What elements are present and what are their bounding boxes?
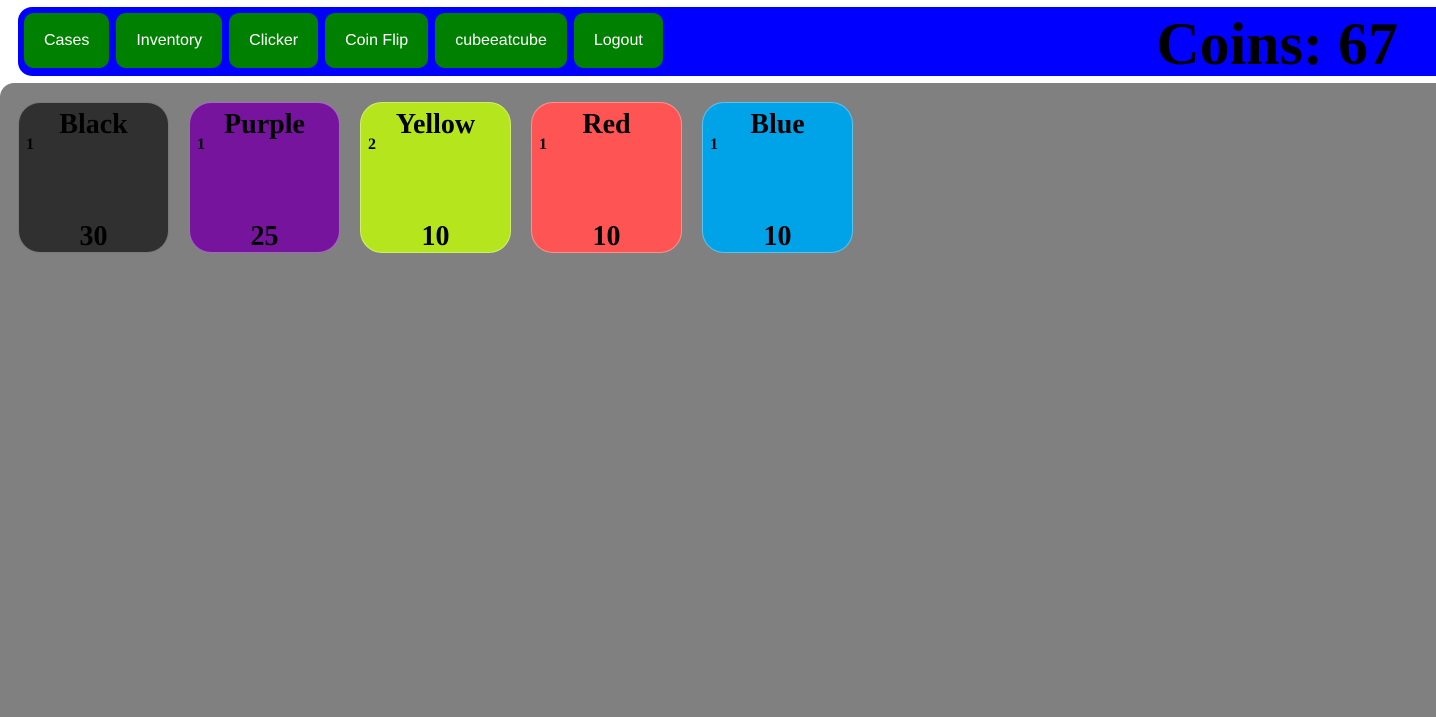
item-value: 10	[421, 221, 450, 252]
item-value: 10	[592, 221, 621, 252]
nav-bar: Cases Inventory Clicker Coin Flip cubeea…	[24, 13, 663, 68]
inventory-item-yellow[interactable]: Yellow 2 10	[360, 102, 511, 253]
nav-coin-flip-button[interactable]: Coin Flip	[325, 13, 429, 68]
inventory-panel: Black 1 30 Purple 1 25 Yellow 2 10 Red 1…	[0, 83, 1436, 717]
inventory-item-red[interactable]: Red 1 10	[531, 102, 682, 253]
nav-logout-button[interactable]: Logout	[573, 13, 663, 68]
item-name: Purple	[224, 109, 305, 140]
item-count: 2	[368, 136, 376, 153]
nav-clicker-button[interactable]: Clicker	[229, 13, 319, 68]
item-count: 1	[197, 136, 205, 153]
nav-cases-button[interactable]: Cases	[24, 13, 110, 68]
item-name: Blue	[750, 109, 805, 140]
item-value: 10	[763, 221, 792, 252]
coins-display: Coins: 67	[1156, 11, 1398, 77]
nav-username-button[interactable]: cubeeatcube	[435, 13, 567, 68]
item-name: Yellow	[395, 109, 476, 140]
inventory-item-black[interactable]: Black 1 30	[18, 102, 169, 253]
item-name: Red	[582, 109, 631, 140]
item-value: 25	[250, 221, 279, 252]
item-count: 1	[26, 136, 34, 153]
inventory-item-purple[interactable]: Purple 1 25	[189, 102, 340, 253]
nav-inventory-button[interactable]: Inventory	[116, 13, 223, 68]
item-name: Black	[59, 109, 128, 140]
item-count: 1	[539, 136, 547, 153]
top-bar: Cases Inventory Clicker Coin Flip cubeea…	[18, 7, 1436, 77]
inventory-grid: Black 1 30 Purple 1 25 Yellow 2 10 Red 1…	[18, 102, 853, 253]
item-count: 1	[710, 136, 718, 153]
item-value: 30	[79, 221, 108, 252]
inventory-item-blue[interactable]: Blue 1 10	[702, 102, 853, 253]
